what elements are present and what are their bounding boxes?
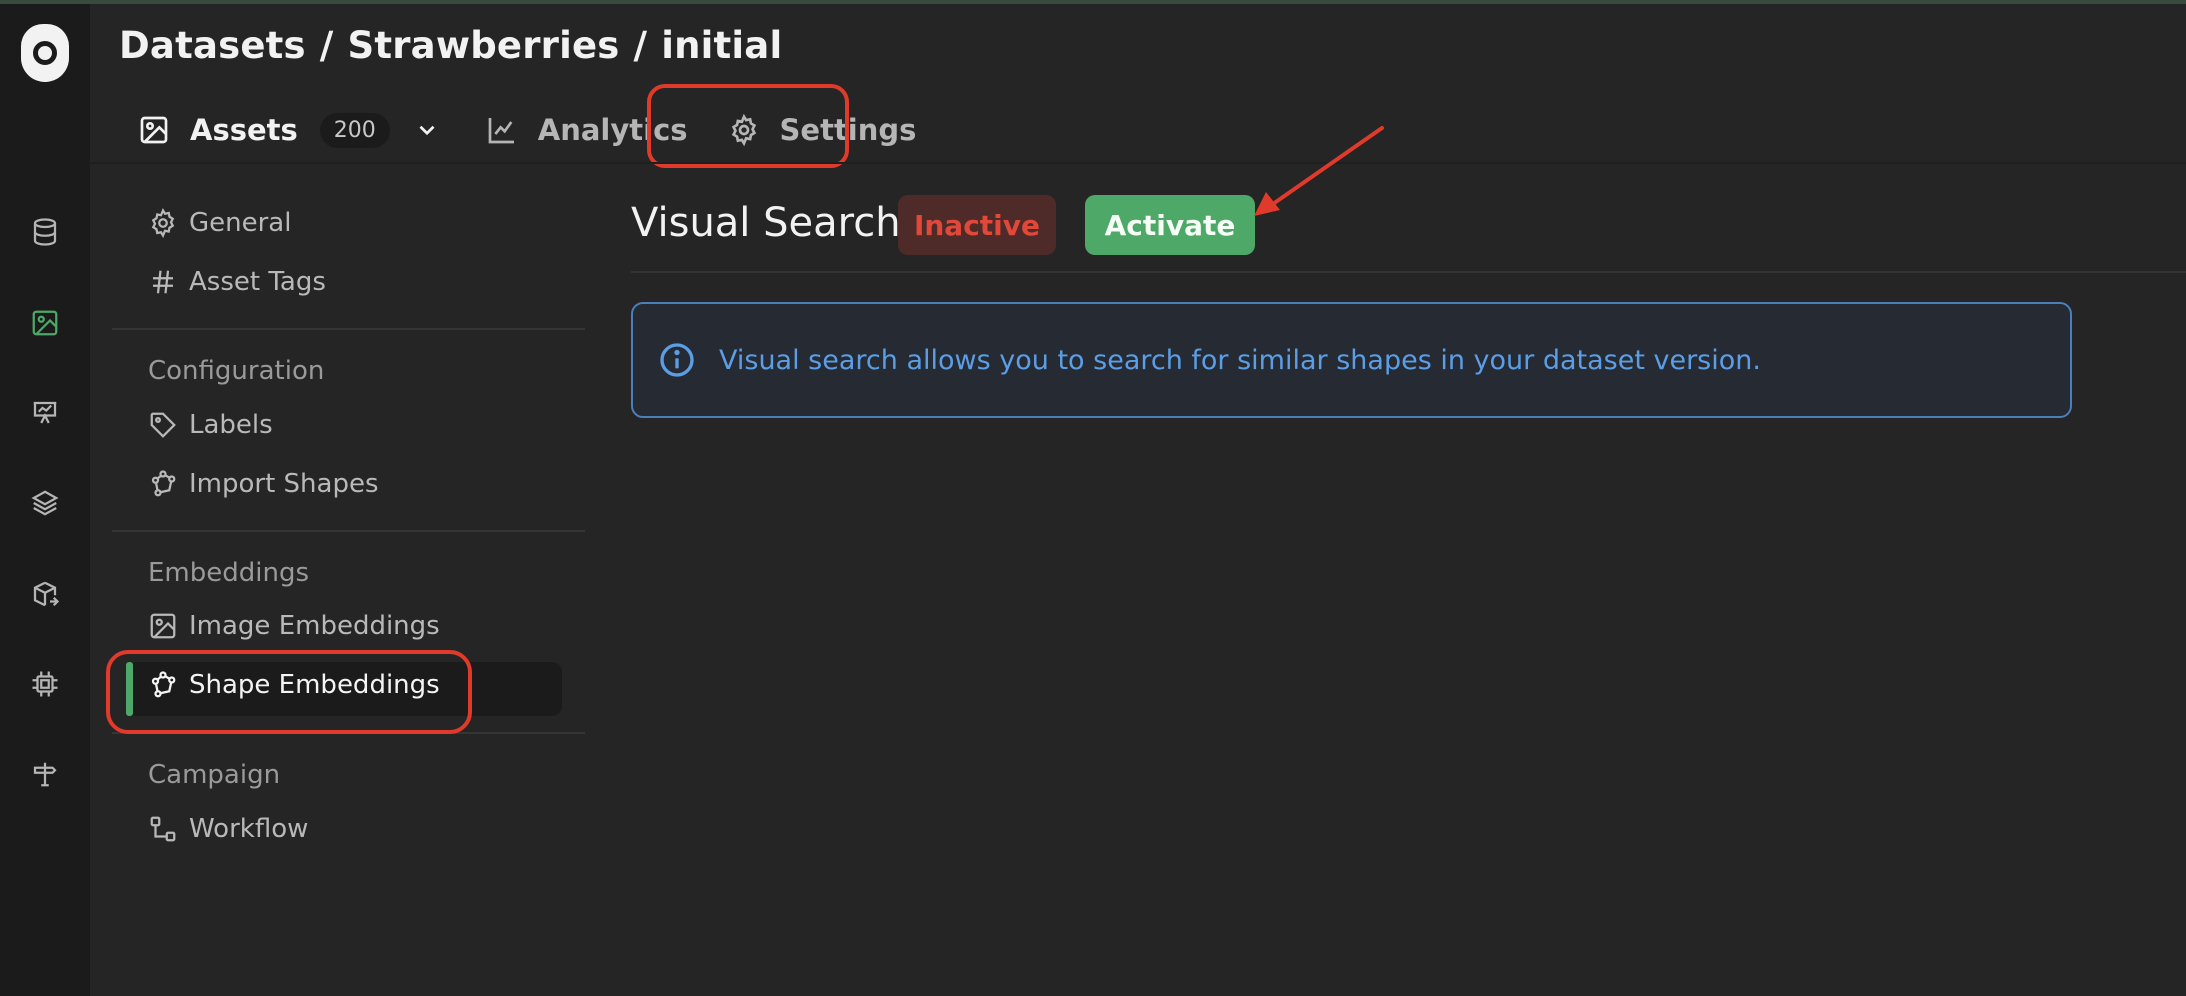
app-logo[interactable] [21,24,69,82]
tag-icon [150,412,176,438]
gear-icon [151,208,175,238]
shape-embeddings-highlight-annotation [106,650,472,734]
chevron-down-icon[interactable] [414,117,440,143]
nav-item-general[interactable]: General [148,208,291,238]
layers-icon[interactable] [27,485,63,521]
left-rail [0,0,2186,996]
nav-item-label: General [189,208,292,238]
nav-section-campaign: Campaign [148,760,281,790]
breadcrumb-strawberries[interactable]: Strawberries [347,24,619,67]
cpu-icon[interactable] [27,666,63,702]
breadcrumb-datasets[interactable]: Datasets [119,24,306,67]
info-icon [660,343,694,377]
nav-section-embeddings: Embeddings [148,558,310,588]
content-divider [631,271,2186,273]
cube-export-icon[interactable] [27,576,63,612]
nav-item-image-embeddings[interactable]: Image Embeddings [148,611,440,641]
breadcrumb-separator: / [633,24,648,67]
breadcrumb: Datasets / Strawberries / initial [119,24,782,67]
activate-button[interactable]: Activate [1085,195,1255,255]
nav-item-labels[interactable]: Labels [148,410,273,440]
hash-icon [153,270,173,294]
line-chart-icon [488,118,514,144]
info-alert: Visual search allows you to search for s… [631,302,2072,418]
nav-item-workflow[interactable]: Workflow [148,814,308,844]
settings-highlight-annotation [647,84,849,168]
nav-item-label: Image Embeddings [189,611,440,641]
nav-divider [112,328,585,330]
nav-item-label: Import Shapes [189,469,379,499]
page-title: Visual Search [631,200,901,246]
tab-assets[interactable]: Assets 200 [138,105,440,155]
image-icon[interactable] [27,305,63,341]
image-icon [140,116,168,144]
info-text: Visual search allows you to search for s… [719,344,1761,376]
nav-item-label: Labels [189,410,273,440]
nav-divider [112,530,585,532]
breadcrumb-separator: / [319,24,334,67]
arrow-annotation-icon [1254,126,1384,216]
breadcrumb-version: initial [661,24,783,67]
status-badge: Inactive [898,195,1056,255]
nav-item-label: Workflow [189,814,309,844]
nav-item-asset-tags[interactable]: Asset Tags [148,267,326,297]
nav-item-import-shapes[interactable]: Import Shapes [148,469,379,499]
image-icon [150,613,176,639]
assets-count-badge: 200 [319,112,390,148]
polygon-icon [151,470,176,497]
presentation-chart-icon[interactable] [27,395,63,431]
workflow-icon [150,816,176,842]
database-icon[interactable] [27,214,63,250]
header-divider [90,162,2186,164]
nav-section-configuration: Configuration [148,356,325,386]
signpost-icon[interactable] [27,756,63,792]
tab-assets-label: Assets [190,113,298,147]
nav-item-label: Asset Tags [189,267,326,297]
window-top-line [0,0,2186,4]
